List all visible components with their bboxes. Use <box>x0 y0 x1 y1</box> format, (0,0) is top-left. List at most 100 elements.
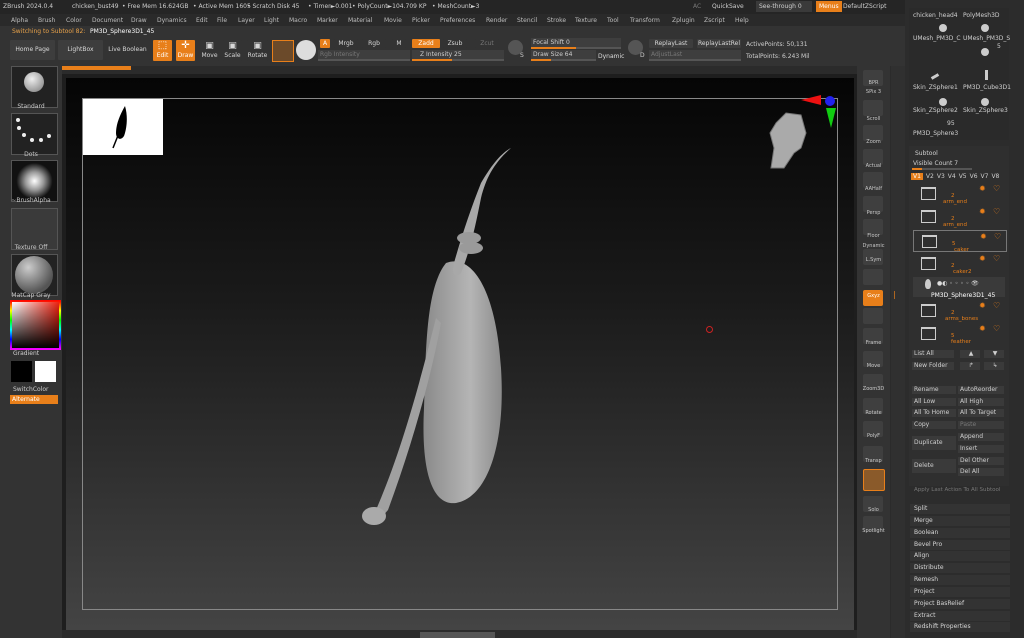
bottom-shelf-handle[interactable] <box>420 632 495 638</box>
subtool-row[interactable]: 5 caker ✹ ♡ <box>913 230 1007 253</box>
solo-button[interactable]: Solo <box>857 507 890 513</box>
material-swatch[interactable] <box>272 40 294 62</box>
dynamic-toggle[interactable]: Dynamic <box>598 53 624 60</box>
viewport-canvas[interactable] <box>66 78 854 630</box>
main-color-swatch[interactable] <box>11 361 32 382</box>
menu-material[interactable]: Material <box>348 17 372 24</box>
heart-icon[interactable]: ♡ <box>993 254 1000 263</box>
version-v4[interactable]: V4 <box>948 173 956 180</box>
list-all-button[interactable]: List All <box>912 350 954 358</box>
append-button[interactable]: Append <box>958 433 1004 441</box>
merge-menu[interactable]: Merge <box>910 516 1010 526</box>
align-menu[interactable]: Align <box>910 551 1010 561</box>
seethrough-slider[interactable]: See-through 0 <box>756 1 812 12</box>
copy-button[interactable]: Copy <box>912 421 956 429</box>
scroll-button[interactable]: Scroll <box>857 116 890 122</box>
brush-thumbnail[interactable] <box>11 66 58 108</box>
menu-help[interactable]: Help <box>735 17 749 24</box>
subtool-row[interactable]: 2 arm_end ✹ ♡ <box>913 206 1005 228</box>
menu-picker[interactable]: Picker <box>412 17 430 24</box>
polyframe-icon[interactable] <box>863 308 883 324</box>
tool-polymesh3d[interactable]: PolyMesh3D <box>963 12 1000 19</box>
version-v1[interactable]: V1 <box>911 173 923 180</box>
extract-menu[interactable]: Extract <box>910 611 1010 621</box>
ghost-icon[interactable] <box>863 469 885 491</box>
remesh-menu[interactable]: Remesh <box>910 575 1010 585</box>
eye-icon[interactable]: ●◐ ◦ ◦ ◦ ◦ 👁 <box>937 280 979 287</box>
redshift-properties-menu[interactable]: Redshift Properties <box>910 622 1010 632</box>
menu-stencil[interactable]: Stencil <box>517 17 537 24</box>
replaylast-button[interactable]: ReplayLast <box>649 39 693 48</box>
gear-icon[interactable]: ✹ <box>979 184 986 193</box>
gear-icon[interactable]: ✹ <box>980 232 987 241</box>
gear-icon[interactable]: ✹ <box>979 207 986 216</box>
floor-button[interactable]: Floor <box>857 233 890 239</box>
tool-skin-zsphere3[interactable]: Skin_ZSphere3 <box>963 107 1008 114</box>
gxyz-button[interactable]: Gxyz <box>857 293 890 299</box>
heart-icon[interactable]: ♡ <box>993 324 1000 333</box>
menu-color[interactable]: Color <box>66 17 82 24</box>
default-zscript-button[interactable]: DefaultZScript <box>843 3 886 10</box>
tool-skin-zsphere2[interactable]: Skin_ZSphere2 <box>913 107 958 114</box>
arrow-downright-icon[interactable]: ↳ <box>984 362 1004 370</box>
mrgb-toggle[interactable]: Mrgb <box>334 39 358 48</box>
menu-light[interactable]: Light <box>264 17 279 24</box>
subtool-row[interactable]: 2 arms_bones ✹ ♡ <box>913 300 1005 322</box>
quicksave-button[interactable]: QuickSave <box>712 3 744 10</box>
subtool-row[interactable]: 2 caker2 ✹ ♡ <box>913 253 1005 275</box>
new-folder-button[interactable]: New Folder <box>912 362 954 370</box>
draw-button[interactable]: ✛ Draw <box>176 40 195 61</box>
zcut-toggle[interactable]: Zcut <box>475 39 499 48</box>
tool-pm3d-cube3d1[interactable]: PM3D_Cube3D1 <box>963 84 1011 91</box>
menu-document[interactable]: Document <box>92 17 123 24</box>
visible-count-slider[interactable]: Visible Count 7 <box>913 160 958 167</box>
frame-button[interactable]: Frame <box>857 340 890 346</box>
arrow-upright-icon[interactable]: ↱ <box>960 362 980 370</box>
del-other-button[interactable]: Del Other <box>958 457 1004 465</box>
version-v8[interactable]: V8 <box>991 173 999 180</box>
heart-icon[interactable]: ♡ <box>993 207 1000 216</box>
menu-layer[interactable]: Layer <box>238 17 255 24</box>
tool-pm3d-sphere3[interactable]: PM3D_Sphere3 <box>913 130 958 137</box>
rgb-toggle[interactable]: Rgb <box>362 39 386 48</box>
orientation-gizmo[interactable] <box>766 93 846 183</box>
gear-icon[interactable]: ✹ <box>979 254 986 263</box>
all-to-target-button[interactable]: All To Target <box>958 409 1004 417</box>
gear-icon[interactable]: ✹ <box>979 324 986 333</box>
subtool-row[interactable]: 2 arm_end ✹ ♡ <box>913 183 1005 205</box>
menu-texture[interactable]: Texture <box>575 17 597 24</box>
material-thumbnail[interactable] <box>11 254 58 296</box>
lock-icon[interactable] <box>863 269 883 285</box>
menu-edit[interactable]: Edit <box>196 17 208 24</box>
move-button[interactable]: ▣ Move <box>200 40 219 61</box>
persp-button[interactable]: Persp <box>857 210 890 216</box>
focal-shift-slider[interactable]: Focal Shift 0 <box>531 38 621 49</box>
menus-button[interactable]: Menus <box>816 1 842 12</box>
aahalf-button[interactable]: AAHalf <box>857 186 890 192</box>
paste-button[interactable]: Paste <box>958 421 1004 429</box>
color-picker[interactable] <box>10 300 61 350</box>
tool-umesh-pm3d-s[interactable]: UMesh_PM3D_S <box>963 35 1010 42</box>
all-low-button[interactable]: All Low <box>912 398 956 406</box>
rotate-view-button[interactable]: Rotate <box>857 410 890 416</box>
secondary-color-swatch[interactable] <box>35 361 56 382</box>
insert-button[interactable]: Insert <box>958 445 1004 453</box>
project-menu[interactable]: Project <box>910 587 1010 597</box>
heart-icon[interactable]: ♡ <box>993 184 1000 193</box>
rotate-button[interactable]: ▣ Rotate <box>247 40 268 61</box>
subtool-row[interactable]: 5 feather ✹ ♡ <box>913 323 1005 345</box>
rgb-intensity-slider[interactable]: Rgb Intensity <box>318 50 410 61</box>
del-all-button[interactable]: Del All <box>958 468 1004 476</box>
move-view-button[interactable]: Move <box>857 363 890 369</box>
tool-chicken-head4[interactable]: chicken_head4 <box>913 12 958 19</box>
version-v5[interactable]: V5 <box>959 173 967 180</box>
collapse-arrow-icon[interactable]: | <box>893 290 897 300</box>
spotlight-button[interactable]: Spotlight <box>857 528 890 534</box>
delete-button[interactable]: Delete <box>912 459 956 473</box>
a-toggle[interactable]: A <box>320 39 330 48</box>
version-v3[interactable]: V3 <box>937 173 945 180</box>
zsub-toggle[interactable]: Zsub <box>443 39 467 48</box>
menu-zplugin[interactable]: Zplugin <box>672 17 695 24</box>
stroke-thumbnail[interactable] <box>11 113 58 155</box>
menu-tool[interactable]: Tool <box>607 17 619 24</box>
